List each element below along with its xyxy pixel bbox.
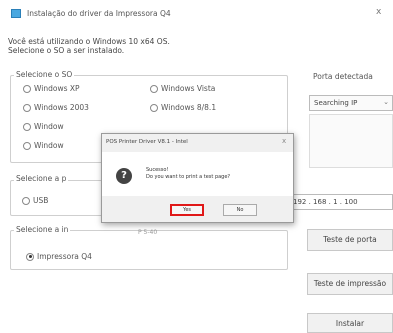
installer-window: Instalação do driver da Impressora Q4 x … bbox=[0, 0, 393, 333]
radio-circle bbox=[150, 103, 158, 112]
close-icon[interactable]: x bbox=[376, 7, 381, 17]
test-port-button[interactable]: Teste de porta bbox=[307, 229, 393, 251]
radio-windows-8[interactable]: Windows 8/8.1 bbox=[150, 103, 216, 112]
dialog-close-icon[interactable]: x bbox=[282, 137, 286, 145]
obscured-ip-text: P 5-40 bbox=[138, 229, 158, 236]
radio-label: USB bbox=[33, 196, 49, 205]
radio-windows-xp[interactable]: Windows XP bbox=[23, 84, 80, 93]
question-icon: ? bbox=[116, 168, 132, 184]
dialog-title-bar: POS Printer Driver V8.1 - Intel x bbox=[102, 134, 293, 152]
radio-circle bbox=[22, 196, 30, 205]
radio-windows-option-6[interactable]: Window bbox=[23, 141, 64, 150]
yes-button[interactable]: Yes bbox=[170, 204, 204, 216]
radio-label: Window bbox=[34, 141, 64, 150]
radio-impressora-q4[interactable]: Impressora Q4 bbox=[26, 252, 92, 261]
ip-address-input[interactable]: 192 . 168 . 1 . 100 bbox=[287, 194, 393, 210]
radio-windows-2003[interactable]: Windows 2003 bbox=[23, 103, 89, 112]
no-button[interactable]: No bbox=[223, 204, 257, 216]
dialog-body: ? Sucesso! Do you want to print a test p… bbox=[102, 152, 293, 196]
printer-group-label: Selecione a in bbox=[14, 225, 71, 234]
radio-usb[interactable]: USB bbox=[22, 196, 48, 205]
radio-circle bbox=[23, 84, 31, 93]
radio-windows-vista[interactable]: Windows Vista bbox=[150, 84, 215, 93]
dialog-message-question: Do you want to print a test page? bbox=[146, 174, 231, 180]
radio-label: Windows 8/8.1 bbox=[161, 103, 217, 112]
dialog-message: Sucesso! Do you want to print a test pag… bbox=[146, 167, 230, 181]
confirm-dialog: POS Printer Driver V8.1 - Intel x ? Suce… bbox=[101, 133, 294, 223]
port-select-value: Searching IP bbox=[314, 99, 358, 107]
radio-circle-selected bbox=[26, 252, 34, 261]
radio-label: Windows 2003 bbox=[34, 103, 89, 112]
radio-label: Windows Vista bbox=[161, 84, 216, 93]
test-print-button[interactable]: Teste de impressão bbox=[307, 273, 393, 295]
dialog-message-title: Sucesso! bbox=[146, 167, 169, 173]
radio-label: Window bbox=[34, 122, 64, 131]
intro-text: Você está utilizando o Windows 10 x64 OS… bbox=[8, 37, 170, 55]
radio-circle bbox=[150, 84, 158, 93]
printer-app-icon bbox=[11, 9, 21, 18]
port-select[interactable]: Searching IP ⌄ bbox=[309, 95, 393, 111]
radio-label: Impressora Q4 bbox=[37, 252, 92, 261]
dialog-footer: Yes No bbox=[102, 196, 293, 222]
port-group-label: Selecione a p bbox=[14, 174, 69, 183]
radio-label: Windows XP bbox=[34, 84, 80, 93]
dialog-title: POS Printer Driver V8.1 - Intel bbox=[106, 139, 188, 145]
radio-windows-option-5[interactable]: Window bbox=[23, 122, 64, 131]
radio-circle bbox=[23, 103, 31, 112]
radio-circle bbox=[23, 141, 31, 150]
title-bar: Instalação do driver da Impressora Q4 x bbox=[0, 0, 393, 26]
window-title: Instalação do driver da Impressora Q4 bbox=[27, 9, 171, 18]
radio-circle bbox=[23, 122, 31, 131]
port-detected-label: Porta detectada bbox=[313, 72, 373, 81]
intro-line-select: Selecione o SO a ser instalado. bbox=[8, 46, 125, 55]
printer-group bbox=[10, 230, 288, 270]
detected-ports-list[interactable] bbox=[309, 114, 393, 168]
intro-line-os: Você está utilizando o Windows 10 x64 OS… bbox=[8, 37, 170, 46]
os-group-label: Selecione o SO bbox=[14, 70, 75, 79]
install-button[interactable]: Instalar bbox=[307, 313, 393, 333]
chevron-down-icon: ⌄ bbox=[383, 98, 389, 106]
